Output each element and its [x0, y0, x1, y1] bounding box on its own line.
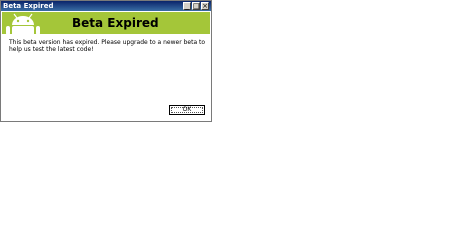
ok-button-label: OK — [182, 107, 192, 113]
android-robot-icon — [6, 13, 40, 34]
maximize-button[interactable]: □ — [192, 2, 200, 10]
window-title: Beta Expired — [3, 2, 54, 10]
close-button[interactable]: × — [201, 2, 209, 10]
title-bar[interactable]: Beta Expired _ □ × — [1, 1, 211, 11]
header-banner: Beta Expired — [2, 12, 210, 34]
ok-button[interactable]: OK — [169, 105, 205, 115]
beta-expired-dialog: Beta Expired _ □ × Beta Expired This bet… — [0, 0, 212, 122]
minimize-button[interactable]: _ — [183, 2, 191, 10]
expiry-message: This beta version has expired. Please up… — [9, 39, 206, 53]
banner-title: Beta Expired — [72, 16, 159, 30]
